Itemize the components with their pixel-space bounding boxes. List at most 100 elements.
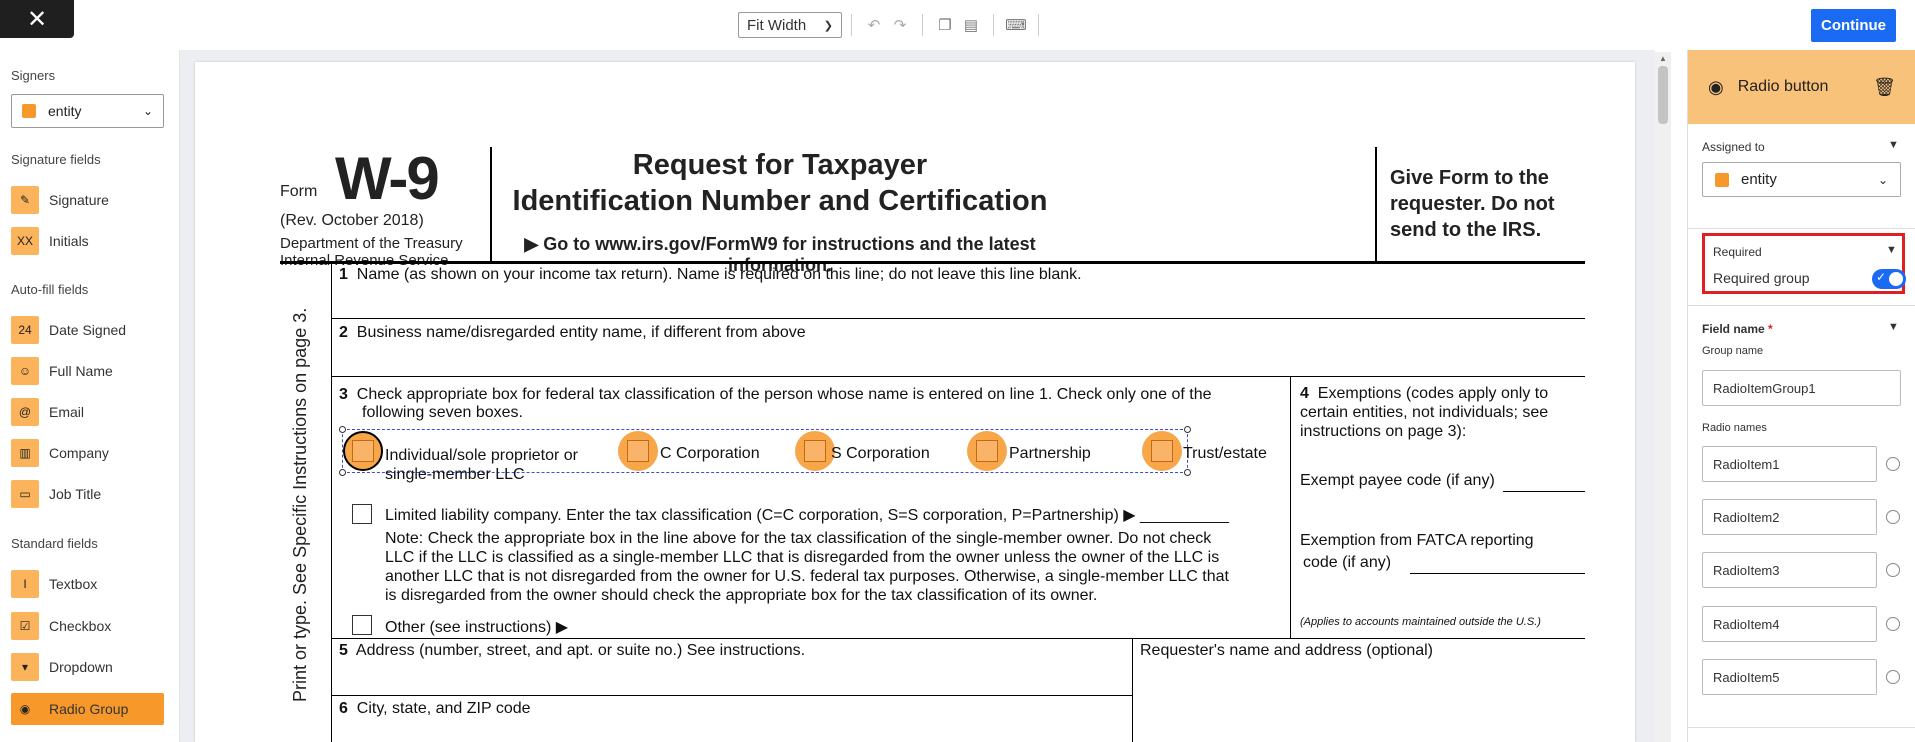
option-individual: Individual/sole proprietor or (385, 447, 578, 464)
line-4-cont: instructions on page 3): (1300, 423, 1467, 440)
default-radio[interactable] (1886, 617, 1900, 631)
initials-icon: XX (11, 227, 39, 255)
resize-handle[interactable] (1184, 426, 1191, 433)
line-1-text: Name (as shown on your income tax return… (356, 266, 1082, 283)
document-scrollbar[interactable]: ▲ (1655, 52, 1671, 742)
sidebar-item-checkbox[interactable]: ☑ Checkbox (11, 610, 164, 642)
llc-line: Limited liability company. Enter the tax… (385, 507, 1229, 524)
line-6: 6 City, state, and ZIP code (339, 700, 531, 717)
option-individual-cont: single-member LLC (385, 466, 525, 483)
note-line: LLC if the LLC is classified as a single… (385, 549, 1220, 566)
scrollbar-thumb[interactable] (1658, 66, 1668, 124)
sidebar-item-date-signed[interactable]: 24 Date Signed (11, 314, 164, 346)
radio-field-5[interactable] (1142, 431, 1182, 471)
required-label: Required (1713, 245, 1762, 259)
assigned-select[interactable]: entity ⌄ (1702, 162, 1901, 197)
undo-icon[interactable]: ↶ (861, 12, 887, 38)
rule (490, 147, 492, 261)
rule (331, 318, 1585, 319)
resize-handle[interactable] (339, 469, 346, 476)
check-icon: ✓ (1876, 270, 1887, 284)
signer-value: entity (48, 103, 82, 119)
copy-icon[interactable]: ❐ (932, 12, 958, 38)
sidebar-item-signature[interactable]: ✎ Signature (11, 184, 164, 216)
dept-line: Department of the Treasury (280, 235, 463, 252)
signer-color-swatch (22, 104, 36, 118)
radio-name-input[interactable]: RadioItem5 (1702, 659, 1877, 695)
radio-field-box (976, 440, 998, 462)
default-radio[interactable] (1886, 670, 1900, 684)
line-1: 1 Name (as shown on your income tax retu… (339, 266, 1082, 283)
sidebar-item-label: Company (49, 445, 109, 461)
panel-divider (1688, 727, 1915, 728)
line-3-text: Check appropriate box for federal tax cl… (356, 386, 1212, 403)
radio-name-input[interactable]: RadioItem1 (1702, 446, 1877, 482)
scroll-up-icon[interactable]: ▲ (1659, 54, 1667, 63)
sidebar-item-textbox[interactable]: I Textbox (11, 568, 164, 600)
radio-field-4[interactable] (967, 431, 1007, 471)
sidebar-item-company[interactable]: ▥ Company (11, 437, 164, 469)
rule (1375, 147, 1377, 261)
signer-select[interactable]: entity ⌄ (11, 94, 164, 128)
keyboard-icon[interactable]: ⌨ (1003, 12, 1029, 38)
signer-color-swatch (1715, 172, 1729, 187)
give-line: send to the IRS. (1390, 219, 1542, 241)
caret-down-icon[interactable]: ▼ (1888, 139, 1899, 151)
required-group-toggle[interactable]: ✓ (1872, 269, 1906, 289)
assigned-value: entity (1741, 171, 1777, 188)
required-star: * (1768, 322, 1773, 336)
briefcase-icon: ▭ (11, 480, 39, 508)
caret-down-icon[interactable]: ▼ (1886, 244, 1897, 256)
radio-name-input[interactable]: RadioItem4 (1702, 606, 1877, 642)
radio-name-input[interactable]: RadioItem2 (1702, 499, 1877, 535)
default-radio[interactable] (1886, 457, 1900, 471)
document-viewer[interactable]: Form W-9 (Rev. October 2018) Department … (180, 50, 1655, 742)
signers-title: Signers (11, 68, 56, 83)
line-3-cont: following seven boxes. (362, 404, 523, 421)
line-2: 2 Business name/disregarded entity name,… (339, 324, 806, 341)
sidebar-item-job-title[interactable]: ▭ Job Title (11, 478, 164, 510)
trash-icon[interactable]: 🗑 (1873, 77, 1896, 98)
redo-icon[interactable]: ↷ (887, 12, 913, 38)
form-title: Request for Taxpayer Identification Numb… (505, 147, 1055, 219)
sidebar-item-initials[interactable]: XX Initials (11, 225, 164, 257)
option-c-corp: C Corporation (660, 445, 760, 462)
note-line: another LLC that is not disregarded from… (385, 568, 1229, 585)
radio-field-3[interactable] (795, 431, 835, 471)
radio-field-2[interactable] (618, 431, 658, 471)
default-radio[interactable] (1886, 563, 1900, 577)
rule (1503, 491, 1585, 492)
top-bar: ✕ Fit Width ❯ ↶ ↷ ❐ ▤ ⌨ Continue (0, 0, 1915, 50)
radio-name-input[interactable]: RadioItem3 (1702, 552, 1877, 588)
zoom-value: Fit Width (747, 16, 807, 34)
sidebar-item-full-name[interactable]: ☺ Full Name (11, 355, 164, 387)
sidebar-item-label: Dropdown (49, 659, 113, 675)
resize-handle[interactable] (339, 426, 346, 433)
form-revision: (Rev. October 2018) (280, 212, 424, 229)
rule (280, 261, 1585, 264)
radio-field-1[interactable] (343, 431, 383, 471)
radio-names-label: Radio names (1702, 422, 1767, 434)
sidebar-item-radio-group[interactable]: ◉ Radio Group (11, 693, 164, 725)
sidebar-item-email[interactable]: @ Email (11, 396, 164, 428)
group-name-input[interactable]: RadioItemGroup1 (1702, 370, 1901, 406)
zoom-select[interactable]: Fit Width ❯ (738, 12, 842, 38)
vertical-instruction: Print or type. See Specific Instructions… (290, 307, 310, 702)
resize-handle[interactable] (1184, 469, 1191, 476)
caret-down-icon[interactable]: ▼ (1888, 321, 1899, 333)
paste-icon[interactable]: ▤ (958, 12, 984, 38)
note-line: is disregarded from the owner should che… (385, 587, 1098, 604)
sidebar-item-dropdown[interactable]: ▾ Dropdown (11, 651, 164, 683)
toolbar-divider (1038, 14, 1039, 36)
radio-icon: ◉ (19, 702, 31, 716)
dropdown-icon: ▾ (11, 653, 39, 681)
default-radio[interactable] (1886, 510, 1900, 524)
line-5: 5 Address (number, street, and apt. or s… (339, 642, 806, 659)
other-line: Other (see instructions) ▶ (385, 619, 569, 636)
continue-button[interactable]: Continue (1811, 9, 1896, 42)
line-5-text: Address (number, street, and apt. or sui… (355, 642, 806, 659)
toggle-knob (1889, 272, 1903, 286)
rule (1132, 638, 1133, 742)
close-button[interactable]: ✕ (0, 0, 74, 38)
give-line: requester. Do not (1390, 193, 1555, 215)
